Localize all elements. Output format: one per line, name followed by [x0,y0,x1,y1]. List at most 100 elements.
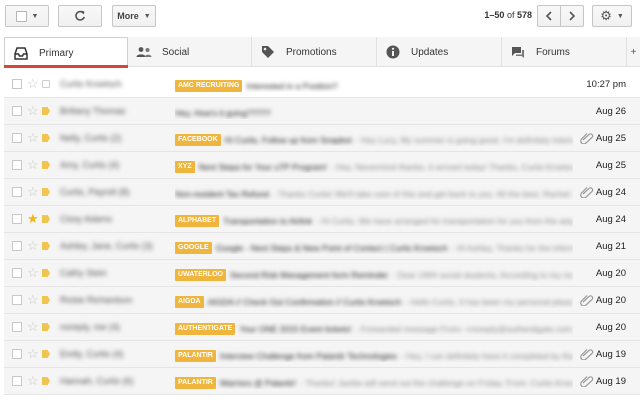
row-checkbox[interactable] [12,79,22,89]
label-chip[interactable]: AIGDA [175,295,204,308]
newer-button[interactable] [537,5,561,27]
importance-marker-icon[interactable] [42,242,50,250]
label-chip[interactable]: FACEBOOK [175,133,221,146]
subject: Hi Curtis, Follow up from Snapbot [224,134,352,145]
chevron-down-icon: ▼ [31,12,39,20]
sender: Nelly, Curtis (2) [60,133,122,143]
row-checkbox[interactable] [12,160,22,170]
importance-marker-icon[interactable] [42,269,50,277]
category-tabs: Primary Social Promotions Updates Forums… [4,37,640,68]
snippet: - Hey, I can definitely have it complete… [400,350,573,361]
more-label: More [117,11,139,21]
tab-promotions[interactable]: Promotions [252,37,377,67]
message-row[interactable]: ☆ Curtis Kroetsch AMC RECRUITING Interested… [4,71,640,98]
message-row[interactable]: ☆ Hannah, Curtis (6) PALANTIR Warriors @ Pa… [4,368,640,395]
label-chip[interactable]: PALANTIR [175,349,216,362]
more-button[interactable]: More ▼ [112,5,156,27]
date: Aug 20 [595,295,626,306]
star-icon[interactable]: ☆ [27,373,39,389]
label-chip[interactable]: PALANTIR [175,376,216,389]
message-row[interactable]: ★ Cissy Adams ALPHABET Transportation to Ai… [4,206,640,233]
row-checkbox[interactable] [12,295,22,305]
toolbar: ▼ More ▼ 1–50 of 578 ⚙ ▼ [0,0,640,36]
importance-marker-icon[interactable] [42,80,50,88]
tab-social[interactable]: Social [128,37,252,67]
attachment-icon [580,375,594,388]
star-icon[interactable]: ☆ [27,265,39,281]
importance-marker-icon[interactable] [42,323,50,331]
star-icon[interactable]: ☆ [27,238,39,254]
label-chip[interactable]: GOOGLE [175,241,212,254]
sender: Ashley, Jane, Curtis (3) [60,241,153,251]
label-chip[interactable]: XYZ [175,160,195,173]
chevron-right-icon [569,11,576,21]
star-icon[interactable]: ☆ [27,319,39,335]
tab-forums[interactable]: Forums [502,37,627,67]
message-row[interactable]: ☆ Cathy Stein UWATERLOO Second Risk Managem… [4,260,640,287]
sender: Rickie Richardson [60,295,133,305]
row-checkbox[interactable] [12,214,22,224]
row-checkbox[interactable] [12,268,22,278]
attachment-icon [580,348,594,361]
label-chip[interactable]: UWATERLOO [175,268,226,281]
star-icon[interactable]: ☆ [27,76,39,92]
older-button[interactable] [560,5,584,27]
row-checkbox[interactable] [12,241,22,251]
select-dropdown-button[interactable]: ▼ [5,5,49,27]
star-icon[interactable]: ☆ [27,346,39,362]
plus-icon: + [630,46,637,58]
message-row[interactable]: ☆ noreply, me (4) AUTHENTIGATE Your ONE 201… [4,314,640,341]
tab-primary[interactable]: Primary [4,37,128,68]
star-icon[interactable]: ☆ [27,184,39,200]
row-checkbox[interactable] [12,187,22,197]
message-row[interactable]: ☆ Ashley, Jane, Curtis (3) GOOGLE Google - … [4,233,640,260]
importance-marker-icon[interactable] [42,296,50,304]
snippet: - Dear UW4 social students, According to… [392,269,573,280]
tab-updates[interactable]: Updates [377,37,502,67]
message-row[interactable]: ☆ Emily, Curtis (4) PALANTIR Interview Chal… [4,341,640,368]
message-row[interactable]: ☆ Brittany Thomas Hey, How's it going?????… [4,98,640,125]
tab-label: Primary [39,47,74,59]
refresh-button[interactable] [58,5,102,27]
subject: Google - Next Steps & New Point of Conta… [215,242,448,253]
row-checkbox[interactable] [12,349,22,359]
sender: Curtis Kroetsch [60,79,122,89]
add-tab-button[interactable]: + [627,37,640,67]
message-row[interactable]: ☆ Nelly, Curtis (2) FACEBOOK Hi Curtis, Fol… [4,125,640,152]
row-checkbox[interactable] [12,133,22,143]
date: Aug 26 [595,106,626,117]
message-row[interactable]: ☆ Curtis, Payroll (8) Non-resident Tax Ref… [4,179,640,206]
subject-line: Hey, How's it going????? [175,106,573,119]
importance-marker-icon[interactable] [42,350,50,358]
forum-icon [510,44,526,60]
row-checkbox[interactable] [12,376,22,386]
settings-button[interactable]: ⚙ ▼ [592,5,632,27]
importance-marker-icon[interactable] [42,215,50,223]
label-chip[interactable]: AUTHENTIGATE [175,322,236,335]
snippet: - Thanks! Jackie will send out the chall… [300,377,573,388]
subject: Second Risk Management form Reminder [229,269,389,280]
star-icon[interactable]: ☆ [27,292,39,308]
row-checkbox[interactable] [12,106,22,116]
people-icon [136,44,152,60]
star-icon[interactable]: ☆ [27,103,39,119]
star-icon[interactable]: ★ [27,211,39,227]
message-row[interactable]: ☆ Rickie Richardson AIGDA AIGDA // Check Ou… [4,287,640,314]
label-chip[interactable]: AMC RECRUITING [175,79,243,92]
importance-marker-icon[interactable] [42,161,50,169]
date: Aug 24 [595,187,626,198]
message-row[interactable]: ☆ Amy, Curtis (4) XYZ Next Steps for Your u… [4,152,640,179]
importance-marker-icon[interactable] [42,377,50,385]
message-list: ☆ Curtis Kroetsch AMC RECRUITING Interested… [4,71,640,395]
date: Aug 25 [595,133,626,144]
importance-marker-icon[interactable] [42,134,50,142]
star-icon[interactable]: ☆ [27,157,39,173]
importance-marker-icon[interactable] [42,188,50,196]
chevron-left-icon [545,11,552,21]
label-chip[interactable]: ALPHABET [175,214,220,227]
select-all-checkbox[interactable] [15,10,27,22]
importance-marker-icon[interactable] [42,107,50,115]
snippet: - Thanks Curtis! We'll take care of this… [272,188,573,199]
star-icon[interactable]: ☆ [27,130,39,146]
row-checkbox[interactable] [12,322,22,332]
